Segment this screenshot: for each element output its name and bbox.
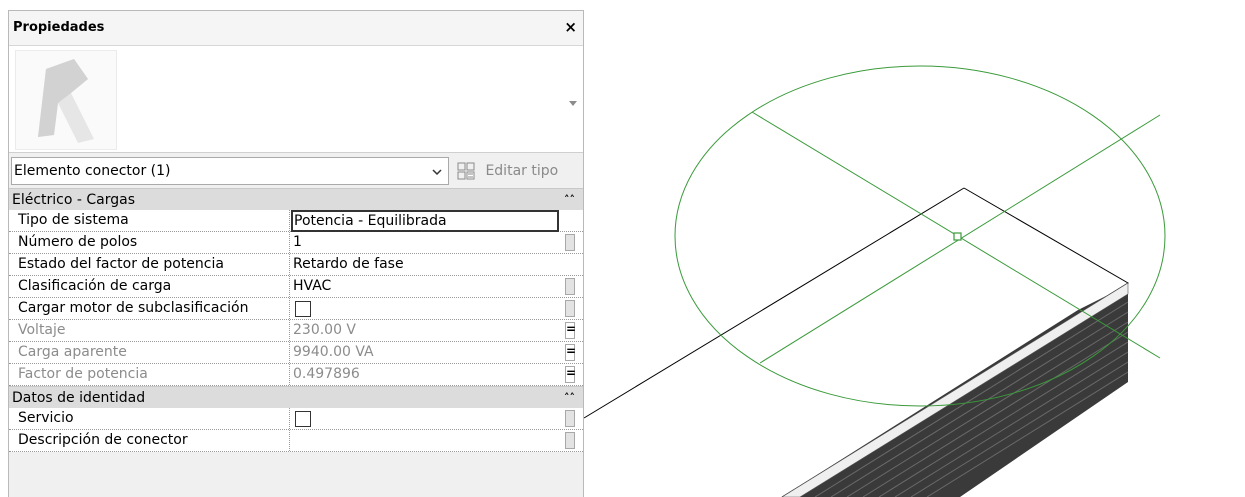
type-selector-value: Elemento conector (1) bbox=[14, 163, 171, 179]
type-preview bbox=[9, 46, 583, 153]
type-selector-row: Elemento conector (1) Editar tipo bbox=[9, 153, 583, 188]
property-value: 9940.00 VA bbox=[291, 342, 561, 363]
property-row[interactable]: Voltaje 230.00 V = bbox=[9, 320, 583, 342]
property-value[interactable] bbox=[291, 298, 561, 319]
duct-stripes bbox=[814, 301, 1129, 497]
type-selector-dropdown[interactable]: Elemento conector (1) bbox=[11, 157, 449, 185]
palette-title: Propiedades bbox=[13, 20, 105, 35]
property-row[interactable]: Descripción de conector bbox=[9, 430, 583, 452]
property-value[interactable] bbox=[291, 408, 561, 429]
properties-grid: Eléctrico - Cargas ˄˄ Tipo de sistema Poten… bbox=[9, 188, 583, 452]
property-value-text: HVAC bbox=[293, 278, 332, 294]
group-header[interactable]: Datos de identidad ˄˄ bbox=[9, 386, 583, 408]
property-value-text: 9940.00 VA bbox=[293, 344, 374, 360]
property-value-text: 1 bbox=[293, 234, 302, 250]
connector-circle bbox=[674, 65, 1166, 407]
property-name: Clasificación de carga bbox=[12, 276, 290, 297]
group-header-label: Datos de identidad bbox=[12, 390, 146, 406]
property-name: Carga aparente bbox=[12, 342, 290, 363]
property-value-text: Retardo de fase bbox=[293, 256, 404, 272]
duct-front-face bbox=[782, 283, 1128, 497]
property-row[interactable]: Tipo de sistema Potencia - Equilibrada bbox=[9, 210, 583, 232]
duct-highlight-band bbox=[781, 282, 1129, 497]
checkbox[interactable] bbox=[295, 301, 311, 317]
property-row[interactable]: Clasificación de carga HVAC bbox=[9, 276, 583, 298]
property-row[interactable]: Cargar motor de subclasificación bbox=[9, 298, 583, 320]
edit-type-label: Editar tipo bbox=[485, 163, 559, 179]
property-row[interactable]: Estado del factor de potencia Retardo de … bbox=[9, 254, 583, 276]
group-header[interactable]: Eléctrico - Cargas ˄˄ bbox=[9, 188, 583, 210]
property-name: Voltaje bbox=[12, 320, 290, 341]
associate-parameter-button[interactable]: = bbox=[565, 322, 576, 339]
associate-parameter-button[interactable]: = bbox=[565, 344, 576, 361]
property-value[interactable]: 1 bbox=[291, 232, 561, 253]
connector-axis-2 bbox=[759, 114, 1161, 364]
property-name: Servicio bbox=[12, 408, 290, 429]
property-name: Factor de potencia bbox=[12, 364, 290, 385]
property-name: Estado del factor de potencia bbox=[12, 254, 290, 275]
property-row[interactable]: Servicio bbox=[9, 408, 583, 430]
property-name: Cargar motor de subclasificación bbox=[12, 298, 290, 319]
close-button[interactable]: × bbox=[564, 18, 577, 36]
property-value: 230.00 V bbox=[291, 320, 561, 341]
property-name: Número de polos bbox=[12, 232, 290, 253]
associate-parameter-button[interactable]: = bbox=[565, 366, 576, 383]
model-edge-line bbox=[583, 187, 965, 419]
connector-axis-1 bbox=[751, 111, 1161, 359]
duct-top-edge bbox=[781, 187, 1129, 497]
collapse-icon[interactable]: ˄˄ bbox=[564, 189, 575, 211]
row-scroll-button[interactable] bbox=[565, 278, 575, 295]
property-row[interactable]: Carga aparente 9940.00 VA = bbox=[9, 342, 583, 364]
chevron-down-icon[interactable] bbox=[567, 94, 579, 106]
row-scroll-button[interactable] bbox=[565, 234, 575, 251]
property-value-text: 0.497896 bbox=[293, 366, 360, 382]
property-row[interactable]: Factor de potencia 0.497896 = bbox=[9, 364, 583, 386]
property-row[interactable]: Número de polos 1 bbox=[9, 232, 583, 254]
edit-type-button[interactable]: Editar tipo bbox=[457, 159, 558, 183]
checkbox[interactable] bbox=[295, 411, 311, 427]
revit-logo-icon bbox=[15, 50, 117, 150]
connector-grip[interactable] bbox=[953, 232, 962, 241]
property-value-editor[interactable]: Potencia - Equilibrada bbox=[291, 210, 559, 232]
collapse-icon[interactable]: ˄˄ bbox=[564, 387, 575, 409]
row-scroll-button[interactable] bbox=[565, 410, 575, 427]
property-value[interactable]: HVAC bbox=[291, 276, 561, 297]
edit-type-icon bbox=[457, 162, 475, 180]
property-value[interactable]: Retardo de fase bbox=[291, 254, 561, 275]
properties-palette: Propiedades × Elemento conector (1) Edit… bbox=[8, 10, 584, 497]
row-scroll-button[interactable] bbox=[565, 300, 575, 317]
property-value-text: Potencia - Equilibrada bbox=[294, 213, 447, 229]
property-value[interactable] bbox=[291, 430, 561, 451]
property-value-text: 230.00 V bbox=[293, 322, 357, 338]
chevron-down-icon bbox=[432, 169, 442, 176]
property-name: Descripción de conector bbox=[12, 430, 290, 451]
property-value: 0.497896 bbox=[291, 364, 561, 385]
group-header-label: Eléctrico - Cargas bbox=[12, 192, 136, 208]
property-name: Tipo de sistema bbox=[12, 210, 290, 231]
row-scroll-button[interactable] bbox=[565, 432, 575, 449]
palette-titlebar: Propiedades × bbox=[9, 11, 583, 46]
